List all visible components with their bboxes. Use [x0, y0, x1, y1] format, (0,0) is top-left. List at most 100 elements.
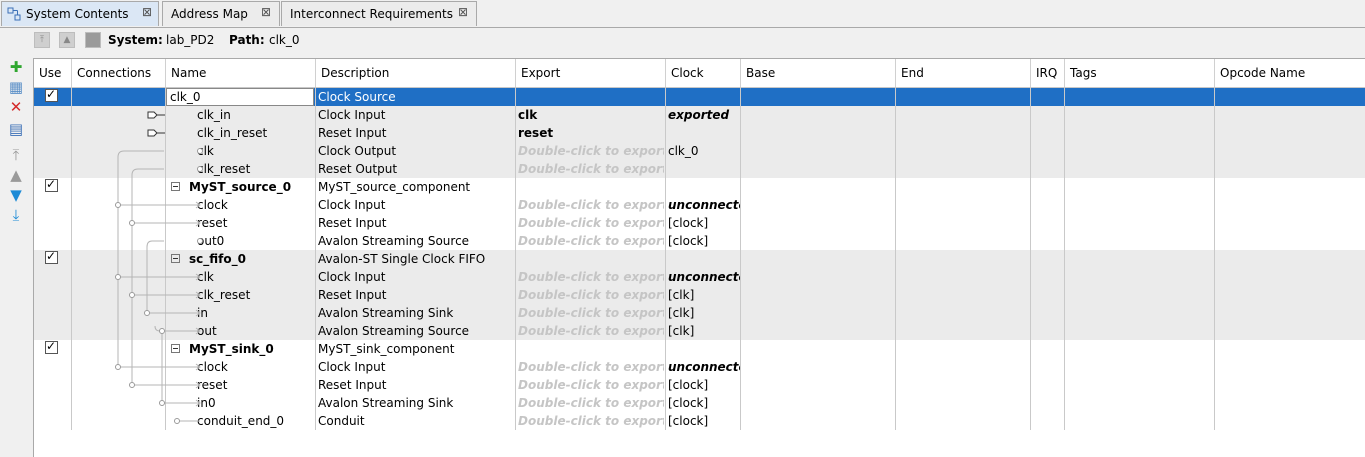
clock-cell[interactable]: [clock] [668, 412, 740, 430]
component-row[interactable]: MyST_source_0 MyST_source_component [34, 177, 1365, 196]
column-header-use[interactable]: Use [34, 59, 72, 87]
interface-row[interactable]: clock Clock Input Double-click to export un… [34, 196, 1365, 214]
connection-dot[interactable] [197, 166, 203, 172]
export-cell[interactable]: Double-click to export [518, 160, 664, 178]
connection-dot[interactable] [159, 400, 165, 406]
column-header-end[interactable]: End [896, 59, 1031, 87]
export-cell[interactable] [518, 340, 664, 358]
name-cell[interactable]: sc_fifo_0 [166, 250, 316, 268]
export-cell[interactable]: Double-click to export [518, 412, 664, 430]
nav-top-icon[interactable]: ⤒ [34, 32, 50, 48]
column-header-name[interactable]: Name [166, 59, 316, 87]
collapse-icon[interactable] [171, 182, 180, 191]
clock-cell[interactable]: [clk] [668, 304, 740, 322]
close-icon[interactable]: ⊠ [458, 5, 468, 19]
export-cell[interactable] [518, 88, 664, 106]
interface-row[interactable]: clk Clock Output Double-click to export clk… [34, 142, 1365, 160]
export-cell[interactable]: Double-click to export [518, 142, 664, 160]
interface-row[interactable]: reset Reset Input Double-click to export [c… [34, 376, 1365, 394]
column-header-description[interactable]: Description [316, 59, 516, 87]
export-cell[interactable]: reset [518, 124, 664, 142]
close-icon[interactable]: ⊠ [261, 5, 271, 19]
interface-row[interactable]: clk_reset Reset Input Double-click to expo… [34, 286, 1365, 304]
add-component-icon[interactable]: ✚ [6, 58, 26, 76]
connection-dot[interactable] [174, 418, 180, 424]
move-up-icon[interactable]: ▲ [6, 166, 26, 184]
column-header-irq[interactable]: IRQ [1031, 59, 1065, 87]
column-header-clock[interactable]: Clock [666, 59, 741, 87]
close-icon[interactable]: ⊠ [142, 5, 152, 19]
interface-row[interactable]: clock Clock Input Double-click to export un… [34, 358, 1365, 376]
name-cell[interactable]: reset [197, 214, 316, 232]
name-cell[interactable]: clk_reset [197, 286, 316, 304]
interface-row[interactable]: clk_reset Reset Output Double-click to exp… [34, 160, 1365, 178]
interface-row[interactable]: clk_in_reset Reset Input reset [34, 124, 1365, 142]
column-header-export[interactable]: Export [516, 59, 666, 87]
use-checkbox[interactable] [45, 339, 58, 354]
name-cell[interactable]: MyST_source_0 [166, 178, 316, 196]
column-header-connections[interactable]: Connections [72, 59, 166, 87]
name-cell[interactable]: clock [197, 196, 316, 214]
remove-icon[interactable]: ✕ [6, 98, 26, 116]
use-checkbox[interactable] [45, 87, 58, 102]
column-header-tags[interactable]: Tags [1065, 59, 1215, 87]
export-cell[interactable]: Double-click to export [518, 358, 664, 376]
export-cell[interactable]: clk [518, 106, 664, 124]
name-cell[interactable]: in0 [197, 394, 316, 412]
add-instance-icon[interactable]: ▦ [6, 78, 26, 96]
connection-dot[interactable] [129, 220, 135, 226]
clock-cell[interactable]: exported [668, 106, 740, 124]
name-cell[interactable]: clk [197, 142, 316, 160]
clock-cell[interactable] [668, 250, 740, 268]
clock-cell[interactable] [668, 340, 740, 358]
export-cell[interactable]: Double-click to export [518, 214, 664, 232]
export-cell[interactable]: Double-click to export [518, 268, 664, 286]
use-checkbox[interactable] [45, 177, 58, 192]
collapse-icon[interactable] [171, 254, 180, 263]
name-cell[interactable]: conduit_end_0 [197, 412, 316, 430]
interface-row[interactable]: in Avalon Streaming Sink Double-click to e… [34, 304, 1365, 322]
interface-row[interactable]: clk_in Clock Input clk exported [34, 106, 1365, 124]
clock-cell[interactable] [668, 160, 740, 178]
clock-cell[interactable] [668, 88, 740, 106]
clock-cell[interactable]: unconnected [668, 268, 740, 286]
export-cell[interactable]: Double-click to export [518, 196, 664, 214]
name-cell[interactable]: out0 [197, 232, 316, 250]
move-bottom-icon[interactable]: ⤓ [6, 206, 26, 224]
clock-cell[interactable]: clk_0 [668, 142, 740, 160]
interface-row[interactable]: in0 Avalon Streaming Sink Double-click to … [34, 394, 1365, 412]
clock-cell[interactable]: unconnected [668, 358, 740, 376]
connection-dot[interactable] [159, 328, 165, 334]
clock-cell[interactable]: [clock] [668, 214, 740, 232]
clock-cell[interactable]: [clk] [668, 286, 740, 304]
clock-cell[interactable]: [clock] [668, 376, 740, 394]
export-cell[interactable] [518, 250, 664, 268]
column-header-base[interactable]: Base [741, 59, 896, 87]
export-cell[interactable]: Double-click to export [518, 286, 664, 304]
export-cell[interactable] [518, 178, 664, 196]
name-cell[interactable]: MyST_sink_0 [166, 340, 316, 358]
interface-row[interactable]: conduit_end_0 Conduit Double-click to expo… [34, 412, 1365, 430]
tab-system-contents[interactable]: System Contents ⊠ [1, 1, 159, 26]
column-header-opcode-name[interactable]: Opcode Name [1215, 59, 1365, 87]
name-edit-field[interactable]: clk_0 [166, 88, 314, 106]
connection-dot[interactable] [197, 238, 203, 244]
connection-dot[interactable] [129, 382, 135, 388]
connection-dot[interactable] [115, 202, 121, 208]
edit-icon[interactable]: ▤ [6, 120, 26, 138]
export-cell[interactable]: Double-click to export [518, 232, 664, 250]
connection-dot[interactable] [144, 310, 150, 316]
tab-interconnect-requirements[interactable]: Interconnect Requirements ⊠ [281, 1, 477, 26]
tab-address-map[interactable]: Address Map ⊠ [162, 1, 280, 26]
use-checkbox[interactable] [45, 249, 58, 264]
export-cell[interactable]: Double-click to export [518, 376, 664, 394]
clock-cell[interactable]: unconnected [668, 196, 740, 214]
interface-row[interactable]: out0 Avalon Streaming Source Double-click … [34, 232, 1365, 250]
interface-row[interactable]: reset Reset Input Double-click to export [c… [34, 214, 1365, 232]
component-row[interactable]: MyST_sink_0 MyST_sink_component [34, 339, 1365, 358]
name-cell[interactable]: clk_in_reset [197, 124, 316, 142]
connection-dot[interactable] [129, 292, 135, 298]
clock-cell[interactable]: [clk] [668, 322, 740, 340]
name-cell[interactable]: clock [197, 358, 316, 376]
export-cell[interactable]: Double-click to export [518, 322, 664, 340]
